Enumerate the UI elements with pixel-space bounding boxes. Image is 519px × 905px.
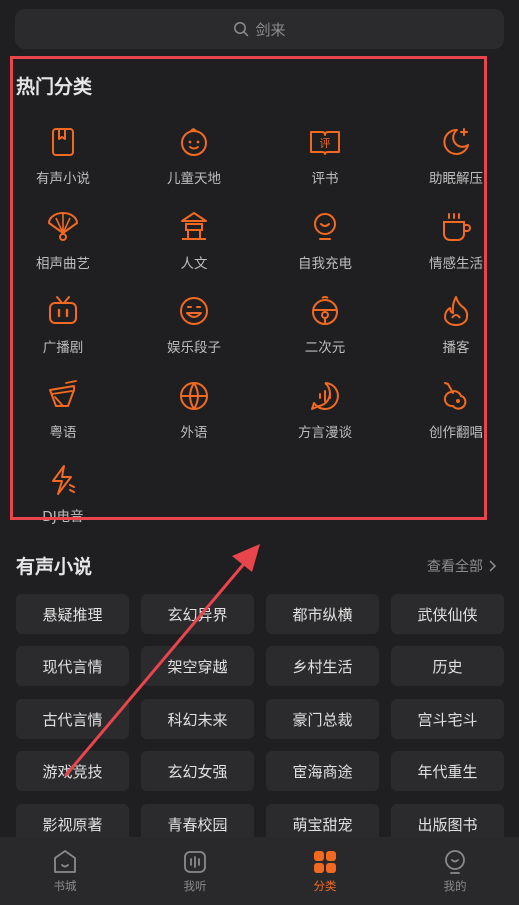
globe-icon: [180, 382, 208, 410]
cat-crosstalk[interactable]: 相声曲艺: [0, 210, 128, 290]
fan-icon: [48, 212, 78, 241]
genre-chip[interactable]: 玄幻异界: [141, 594, 254, 634]
search-bar[interactable]: 剑来: [15, 9, 504, 49]
lightning-icon: [52, 465, 75, 495]
cat-kids[interactable]: 儿童天地: [129, 125, 259, 205]
genre-chip[interactable]: 现代言情: [16, 646, 129, 686]
cat-label: 方言漫谈: [298, 425, 352, 441]
house-icon: [54, 849, 76, 873]
cat-entertainment[interactable]: 娱乐段子: [129, 294, 259, 374]
cat-dialect[interactable]: 方言漫谈: [260, 379, 390, 459]
profile-icon: [445, 849, 465, 874]
bottom-tab-bar: 书城 我听 分类 我的: [0, 837, 519, 905]
drum-icon: [49, 380, 77, 407]
view-all-label: 查看全部: [427, 559, 483, 575]
coffee-cup-icon: [443, 213, 471, 241]
bell-ball-icon: [312, 296, 338, 325]
tab-category[interactable]: 分类: [260, 837, 390, 905]
cat-label: 自我充电: [298, 256, 352, 272]
moon-star-icon: [443, 128, 469, 155]
genre-chip[interactable]: 宦海商途: [266, 751, 379, 791]
genre-chip[interactable]: 乡村生活: [266, 646, 379, 686]
cat-pingshu[interactable]: 评 评书: [260, 125, 390, 205]
genre-chip[interactable]: 武侠仙侠: [391, 594, 504, 634]
cat-label: 广播剧: [42, 340, 84, 356]
cat-label: 创作翻唱: [429, 425, 483, 441]
cat-emotion[interactable]: 情感生活: [391, 210, 519, 290]
cat-label: 二次元: [304, 340, 346, 356]
cat-label: DJ电音: [42, 509, 84, 525]
cat-acg[interactable]: 二次元: [260, 294, 390, 374]
cat-label: 有声小说: [36, 171, 90, 187]
tab-label: 我的: [443, 878, 467, 893]
guitar-icon: [443, 382, 467, 410]
grid-icon: [314, 850, 336, 873]
search-icon: [234, 22, 249, 37]
search-text: 剑来: [255, 20, 286, 39]
genre-chip[interactable]: 游戏竞技: [16, 751, 129, 791]
cat-podcast[interactable]: 播客: [391, 294, 519, 374]
voice-chat-icon: [311, 382, 339, 410]
cat-self-charge[interactable]: 自我充电: [260, 210, 390, 290]
genre-chip[interactable]: 宫斗宅斗: [391, 699, 504, 739]
novels-title: 有声小说: [16, 556, 93, 578]
genre-chip[interactable]: 都市纵横: [266, 594, 379, 634]
pavilion-icon: [181, 212, 207, 240]
cat-label: 助眠解压: [429, 171, 483, 187]
genre-chip[interactable]: 年代重生: [391, 751, 504, 791]
cat-label: 相声曲艺: [36, 256, 90, 272]
genre-chip[interactable]: 历史: [391, 646, 504, 686]
radio-tv-icon: [49, 296, 77, 324]
genre-chip[interactable]: 架空穿越: [141, 646, 254, 686]
cat-radio-drama[interactable]: 广播剧: [0, 294, 128, 374]
tab-label: 分类: [313, 878, 337, 893]
svg-text:评: 评: [320, 137, 331, 150]
cat-label: 粤语: [49, 425, 77, 441]
genre-chip[interactable]: 古代言情: [16, 699, 129, 739]
cat-label: 娱乐段子: [167, 340, 221, 356]
genre-chip[interactable]: 悬疑推理: [16, 594, 129, 634]
cat-label: 播客: [442, 340, 470, 356]
cat-label: 外语: [180, 425, 208, 441]
tab-label: 我听: [183, 878, 207, 893]
cat-foreign[interactable]: 外语: [129, 379, 259, 459]
cat-sleep[interactable]: 助眠解压: [391, 125, 519, 205]
cat-label: 情感生活: [429, 256, 483, 272]
cat-cover-songs[interactable]: 创作翻唱: [391, 379, 519, 459]
cat-cantonese[interactable]: 粤语: [0, 379, 128, 459]
cat-label: 儿童天地: [167, 171, 221, 187]
tab-bookstore[interactable]: 书城: [0, 837, 130, 905]
flame-icon: [444, 296, 469, 326]
genre-chip[interactable]: 科幻未来: [141, 699, 254, 739]
tab-label: 书城: [53, 878, 77, 893]
lightbulb-icon: [314, 213, 336, 240]
smile-face-icon: [180, 297, 208, 325]
book-icon: [52, 128, 74, 156]
cat-audio-novel[interactable]: 有声小说: [0, 125, 128, 205]
cat-dj[interactable]: DJ电音: [0, 463, 128, 543]
cat-label: 评书: [311, 171, 339, 187]
genre-chip[interactable]: 豪门总裁: [266, 699, 379, 739]
hot-title: 热门分类: [16, 76, 93, 98]
tab-mine[interactable]: 我的: [390, 837, 519, 905]
genre-chip[interactable]: 玄幻女强: [141, 751, 254, 791]
baby-face-icon: [181, 128, 207, 156]
cat-humanities[interactable]: 人文: [129, 210, 259, 290]
open-book-ping-icon: 评: [310, 131, 340, 155]
cat-label: 人文: [180, 256, 208, 272]
tab-listen[interactable]: 我听: [130, 837, 260, 905]
listen-icon: [184, 850, 206, 873]
view-all-link[interactable]: 查看全部: [427, 556, 497, 576]
chevron-right-icon: [489, 560, 497, 572]
